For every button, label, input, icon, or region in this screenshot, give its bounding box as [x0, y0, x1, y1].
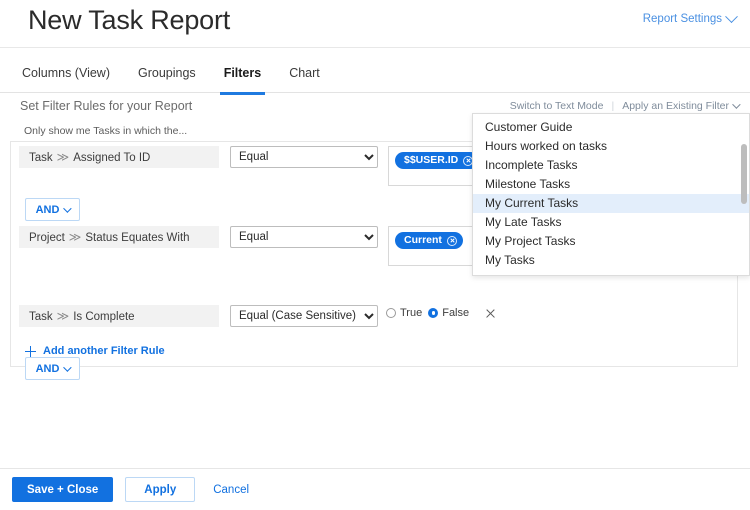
filter-object: Task: [29, 152, 53, 164]
chevron-down-icon: [64, 363, 72, 371]
filter-boolean-group: True False: [386, 307, 496, 319]
page-title: New Task Report: [28, 5, 230, 36]
dropdown-item-my-project-tasks[interactable]: My Project Tasks: [473, 232, 749, 251]
breadcrumb-separator-icon: ≫: [53, 309, 74, 323]
filter-connector-label: AND: [36, 363, 60, 375]
footer-actions: Save + Close Apply Cancel: [0, 468, 750, 510]
add-filter-rule-button[interactable]: Add another Filter Rule: [25, 345, 165, 357]
plus-icon: [25, 346, 36, 357]
radio-checked-icon[interactable]: [428, 308, 438, 318]
add-filter-rule-label: Add another Filter Rule: [43, 345, 165, 357]
chevron-down-icon: [732, 100, 740, 108]
filter-object: Task: [29, 311, 53, 323]
dropdown-item-my-tasks[interactable]: My Tasks: [473, 251, 749, 270]
remove-filter-rule-icon[interactable]: [485, 308, 496, 319]
filter-value-chip-label: $$USER.ID: [404, 152, 458, 169]
filter-operator-select[interactable]: Equal: [230, 146, 378, 168]
filter-operator-select[interactable]: Equal (Case Sensitive): [230, 305, 378, 327]
filter-connector-and-button[interactable]: AND: [25, 198, 80, 221]
filter-field-label: Project≫Status Equates With: [19, 226, 219, 248]
save-close-button[interactable]: Save + Close: [12, 477, 113, 502]
filter-field: Is Complete: [73, 311, 134, 323]
filter-radio-true-label: True: [400, 307, 422, 319]
apply-button[interactable]: Apply: [125, 477, 195, 502]
dropdown-item-customer-guide[interactable]: Customer Guide: [473, 118, 749, 137]
report-builder-page: New Task Report Report Settings Columns …: [0, 0, 750, 510]
breadcrumb-separator-icon: ≫: [65, 230, 86, 244]
existing-filter-dropdown: Customer Guide Hours worked on tasks Inc…: [472, 113, 750, 276]
filter-connector-and-button[interactable]: AND: [25, 357, 80, 380]
dropdown-item-milestone-tasks[interactable]: Milestone Tasks: [473, 175, 749, 194]
filter-value-chip[interactable]: $$USER.ID: [395, 152, 479, 169]
cancel-button[interactable]: Cancel: [207, 484, 255, 496]
filter-toolbar-actions: Switch to Text Mode | Apply an Existing …: [510, 100, 738, 112]
filter-helper-text: Only show me Tasks in which the...: [24, 125, 187, 137]
filter-field-label: Task≫Assigned To ID: [19, 146, 219, 168]
radio-unchecked-icon[interactable]: [386, 308, 396, 318]
apply-existing-filter-button[interactable]: Apply an Existing Filter: [622, 100, 738, 112]
tab-bar: Columns (View) Groupings Filters Chart: [0, 48, 750, 93]
chevron-down-icon: [725, 10, 738, 23]
report-settings-label: Report Settings: [643, 13, 722, 25]
filter-operator-select[interactable]: Equal: [230, 226, 378, 248]
tab-groupings[interactable]: Groupings: [124, 48, 210, 94]
filter-radio-true[interactable]: True: [386, 307, 422, 319]
tab-columns-view[interactable]: Columns (View): [8, 48, 124, 94]
remove-chip-icon[interactable]: [447, 236, 457, 246]
tab-chart[interactable]: Chart: [275, 48, 334, 94]
switch-to-text-mode-button[interactable]: Switch to Text Mode: [510, 100, 604, 112]
dropdown-item-my-current-tasks[interactable]: My Current Tasks: [473, 194, 749, 213]
dropdown-item-incomplete-tasks[interactable]: Incomplete Tasks: [473, 156, 749, 175]
filter-connector-label: AND: [36, 204, 60, 216]
filter-field: Status Equates With: [85, 232, 189, 244]
chevron-down-icon: [64, 204, 72, 212]
filter-toolbar-title: Set Filter Rules for your Report: [20, 99, 192, 113]
toolbar-divider: |: [611, 100, 614, 112]
filter-radio-false-label: False: [442, 307, 469, 319]
dropdown-item-hours-worked-on-tasks[interactable]: Hours worked on tasks: [473, 137, 749, 156]
filter-radio-false[interactable]: False: [428, 307, 469, 319]
filter-field-label: Task≫Is Complete: [19, 305, 219, 327]
filter-object: Project: [29, 232, 65, 244]
dropdown-scrollbar[interactable]: [741, 144, 747, 204]
report-settings-button[interactable]: Report Settings: [643, 13, 736, 25]
tab-filters[interactable]: Filters: [210, 48, 276, 94]
breadcrumb-separator-icon: ≫: [53, 150, 74, 164]
apply-existing-filter-label: Apply an Existing Filter: [622, 100, 729, 112]
filter-field: Assigned To ID: [73, 152, 150, 164]
page-header: New Task Report Report Settings: [0, 0, 750, 48]
filter-value-chip[interactable]: Current: [395, 232, 463, 249]
filter-value-chip-label: Current: [404, 232, 442, 249]
dropdown-item-my-late-tasks[interactable]: My Late Tasks: [473, 213, 749, 232]
